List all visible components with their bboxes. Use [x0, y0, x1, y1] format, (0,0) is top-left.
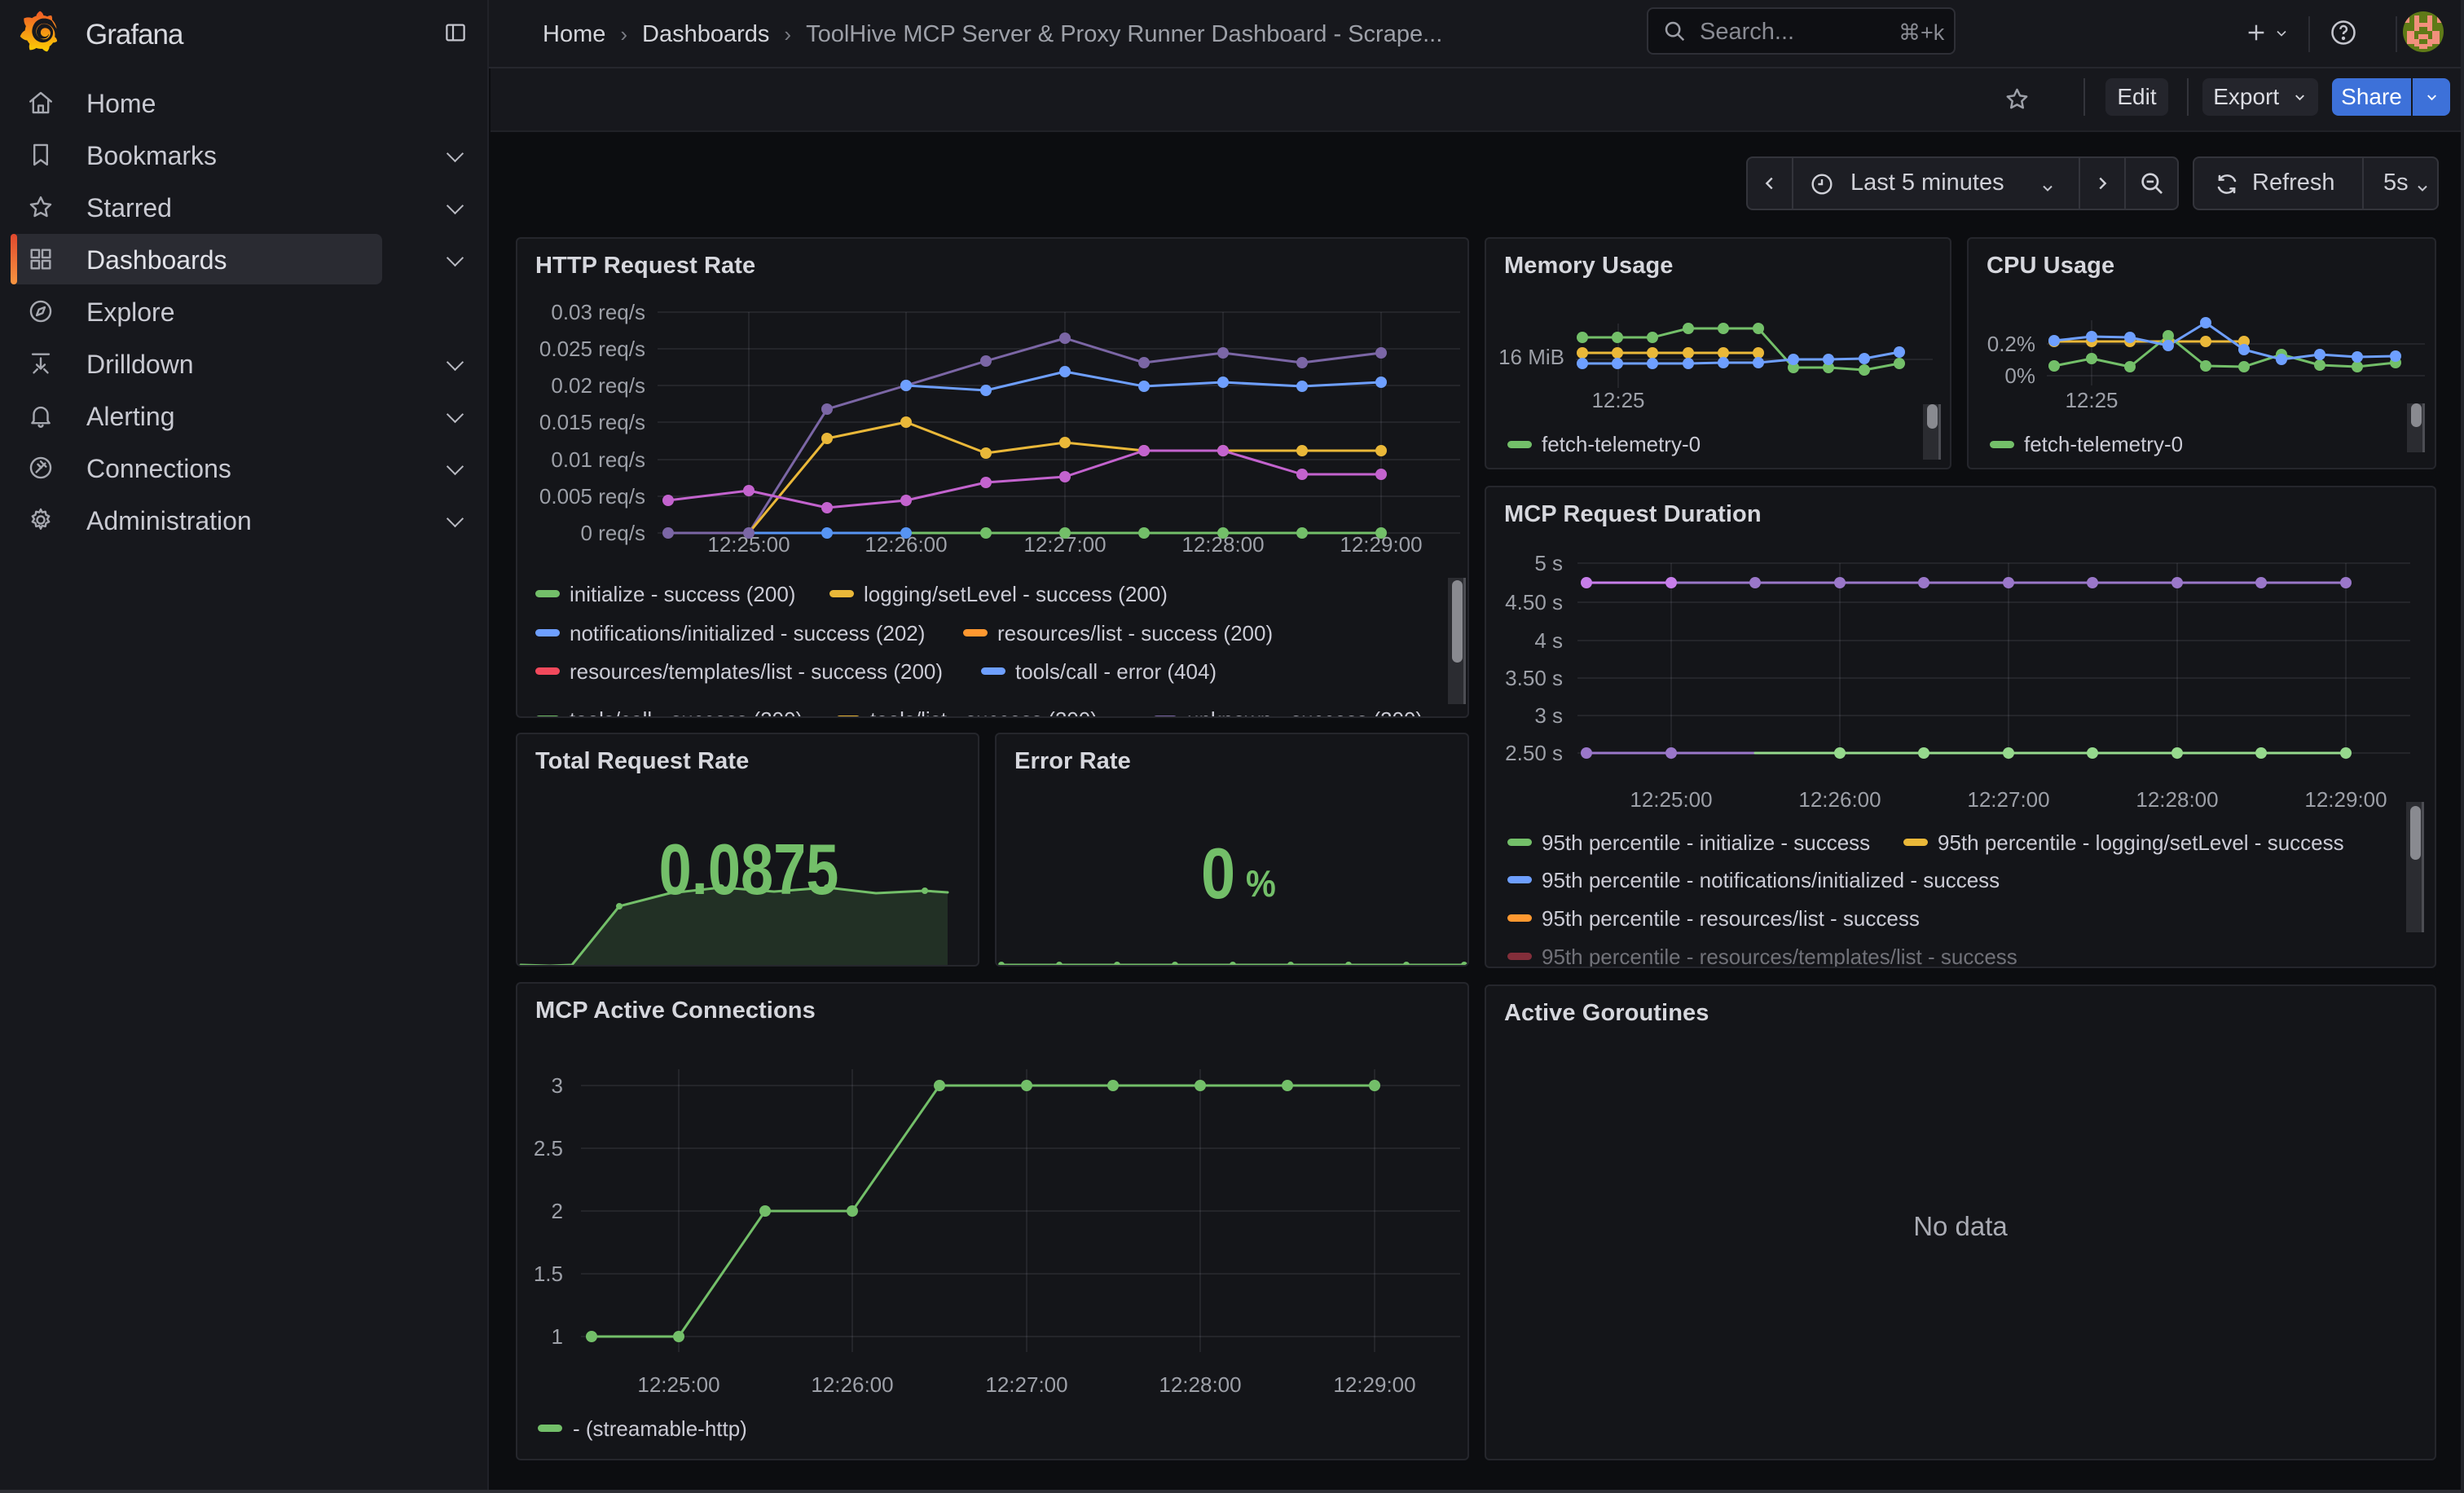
- svg-text:unknown - success (200): unknown - success (200): [1187, 707, 1423, 718]
- svg-text:2.50 s: 2.50 s: [1505, 741, 1563, 765]
- svg-text:12:29:00: 12:29:00: [2304, 787, 2387, 812]
- svg-text:95th percentile - logging/setL: 95th percentile - logging/setLevel - suc…: [1938, 830, 2344, 855]
- svg-text:2.5: 2.5: [534, 1136, 563, 1160]
- svg-text:tools/call - error (404): tools/call - error (404): [1015, 659, 1217, 684]
- svg-text:3: 3: [552, 1073, 563, 1098]
- svg-text:0.2%: 0.2%: [1987, 332, 2035, 356]
- svg-text:12:25: 12:25: [2065, 388, 2118, 412]
- svg-text:95th percentile - resources/te: 95th percentile - resources/templates/li…: [1542, 945, 2017, 968]
- svg-text:fetch-telemetry-0: fetch-telemetry-0: [1542, 432, 1701, 456]
- svg-text:2: 2: [552, 1199, 563, 1223]
- svg-text:0: 0: [1201, 835, 1235, 914]
- svg-text:16 MiB: 16 MiB: [1498, 345, 1564, 369]
- svg-text:tools/call - success (200): tools/call - success (200): [570, 707, 803, 718]
- svg-text:4.50 s: 4.50 s: [1505, 590, 1563, 614]
- svg-text:notifications/initialized - su: notifications/initialized - success (202…: [570, 621, 925, 645]
- svg-text:1.5: 1.5: [534, 1262, 563, 1286]
- svg-text:0.005 req/s: 0.005 req/s: [539, 484, 645, 509]
- svg-text:initialize - success (200): initialize - success (200): [570, 582, 795, 606]
- svg-text:0.02 req/s: 0.02 req/s: [551, 373, 645, 398]
- svg-text:0.025 req/s: 0.025 req/s: [539, 337, 645, 361]
- svg-text:12:25:00: 12:25:00: [637, 1372, 719, 1397]
- svg-text:95th percentile - initialize -: 95th percentile - initialize - success: [1542, 830, 1870, 855]
- svg-text:0 req/s: 0 req/s: [581, 521, 646, 545]
- svg-text:5 s: 5 s: [1534, 551, 1563, 575]
- svg-text:12:27:00: 12:27:00: [1967, 787, 2049, 812]
- svg-text:1: 1: [552, 1324, 563, 1349]
- svg-text:12:25: 12:25: [1591, 388, 1644, 412]
- svg-text:95th percentile - resources/li: 95th percentile - resources/list - succe…: [1542, 906, 1920, 931]
- svg-text:0.015 req/s: 0.015 req/s: [539, 410, 645, 434]
- svg-text:resources/list - success (200): resources/list - success (200): [997, 621, 1273, 645]
- svg-text:tools/list - success (200): tools/list - success (200): [870, 707, 1098, 718]
- svg-text:12:25:00: 12:25:00: [1630, 787, 1712, 812]
- svg-text:logging/setLevel - success (20: logging/setLevel - success (200): [864, 582, 1168, 606]
- svg-text:12:26:00: 12:26:00: [811, 1372, 893, 1397]
- svg-text:4 s: 4 s: [1534, 628, 1563, 653]
- svg-text:3.50 s: 3.50 s: [1505, 666, 1563, 690]
- svg-text:0.01 req/s: 0.01 req/s: [551, 447, 645, 472]
- svg-text:- (streamable-http): - (streamable-http): [573, 1416, 747, 1441]
- svg-text:resources/templates/list - suc: resources/templates/list - success (200): [570, 659, 943, 684]
- svg-text:0.03 req/s: 0.03 req/s: [551, 300, 645, 324]
- svg-text:0.0875: 0.0875: [659, 830, 839, 909]
- svg-text:fetch-telemetry-0: fetch-telemetry-0: [2024, 432, 2183, 456]
- svg-text:12:27:00: 12:27:00: [985, 1372, 1067, 1397]
- svg-text:%: %: [1246, 863, 1276, 905]
- svg-text:95th percentile - notification: 95th percentile - notifications/initiali…: [1542, 868, 2000, 892]
- svg-text:12:29:00: 12:29:00: [1333, 1372, 1415, 1397]
- svg-text:12:28:00: 12:28:00: [2136, 787, 2218, 812]
- svg-text:12:26:00: 12:26:00: [1798, 787, 1881, 812]
- svg-text:12:28:00: 12:28:00: [1159, 1372, 1241, 1397]
- svg-text:3 s: 3 s: [1534, 703, 1563, 728]
- svg-text:0%: 0%: [2004, 363, 2035, 388]
